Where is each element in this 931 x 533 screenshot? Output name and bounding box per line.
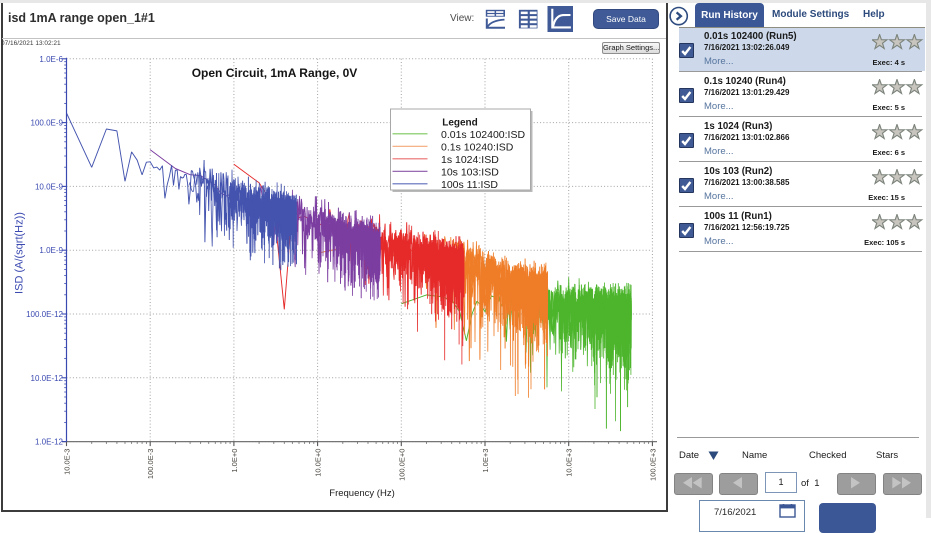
svg-text:10.0E+0: 10.0E+0 <box>314 449 323 477</box>
svg-text:0.01s 102400:ISD: 0.01s 102400:ISD <box>441 129 525 141</box>
svg-text:1.0E-12: 1.0E-12 <box>35 438 64 447</box>
svg-text:100.0E+3: 100.0E+3 <box>648 449 657 481</box>
svg-text:1.0E-6: 1.0E-6 <box>39 55 63 64</box>
svg-text:10.0E+3: 10.0E+3 <box>565 449 574 477</box>
svg-text:10.0E-9: 10.0E-9 <box>35 182 64 191</box>
svg-text:1.0E+0: 1.0E+0 <box>230 449 239 473</box>
svg-text:100.0E-12: 100.0E-12 <box>26 310 63 319</box>
svg-text:100s 11:ISD: 100s 11:ISD <box>441 179 498 191</box>
svg-text:100.0E+0: 100.0E+0 <box>397 449 406 481</box>
svg-text:10s 103:ISD: 10s 103:ISD <box>441 166 499 178</box>
svg-text:Frequency (Hz): Frequency (Hz) <box>329 488 394 499</box>
svg-text:10.0E-3: 10.0E-3 <box>63 449 72 475</box>
svg-text:ISD (A/(sqrt(Hz)): ISD (A/(sqrt(Hz)) <box>14 212 26 294</box>
svg-text:0.1s 10240:ISD: 0.1s 10240:ISD <box>441 141 514 153</box>
svg-text:1s 1024:ISD: 1s 1024:ISD <box>441 154 499 166</box>
svg-text:100.0E-9: 100.0E-9 <box>31 119 64 128</box>
svg-text:10.0E-12: 10.0E-12 <box>31 374 64 383</box>
svg-text:Open Circuit, 1mA Range, 0V: Open Circuit, 1mA Range, 0V <box>192 66 358 80</box>
svg-text:1.0E-9: 1.0E-9 <box>39 246 63 255</box>
svg-text:100.0E-3: 100.0E-3 <box>146 449 155 479</box>
svg-text:1.0E+3: 1.0E+3 <box>481 449 490 473</box>
svg-text:Legend: Legend <box>442 118 478 129</box>
